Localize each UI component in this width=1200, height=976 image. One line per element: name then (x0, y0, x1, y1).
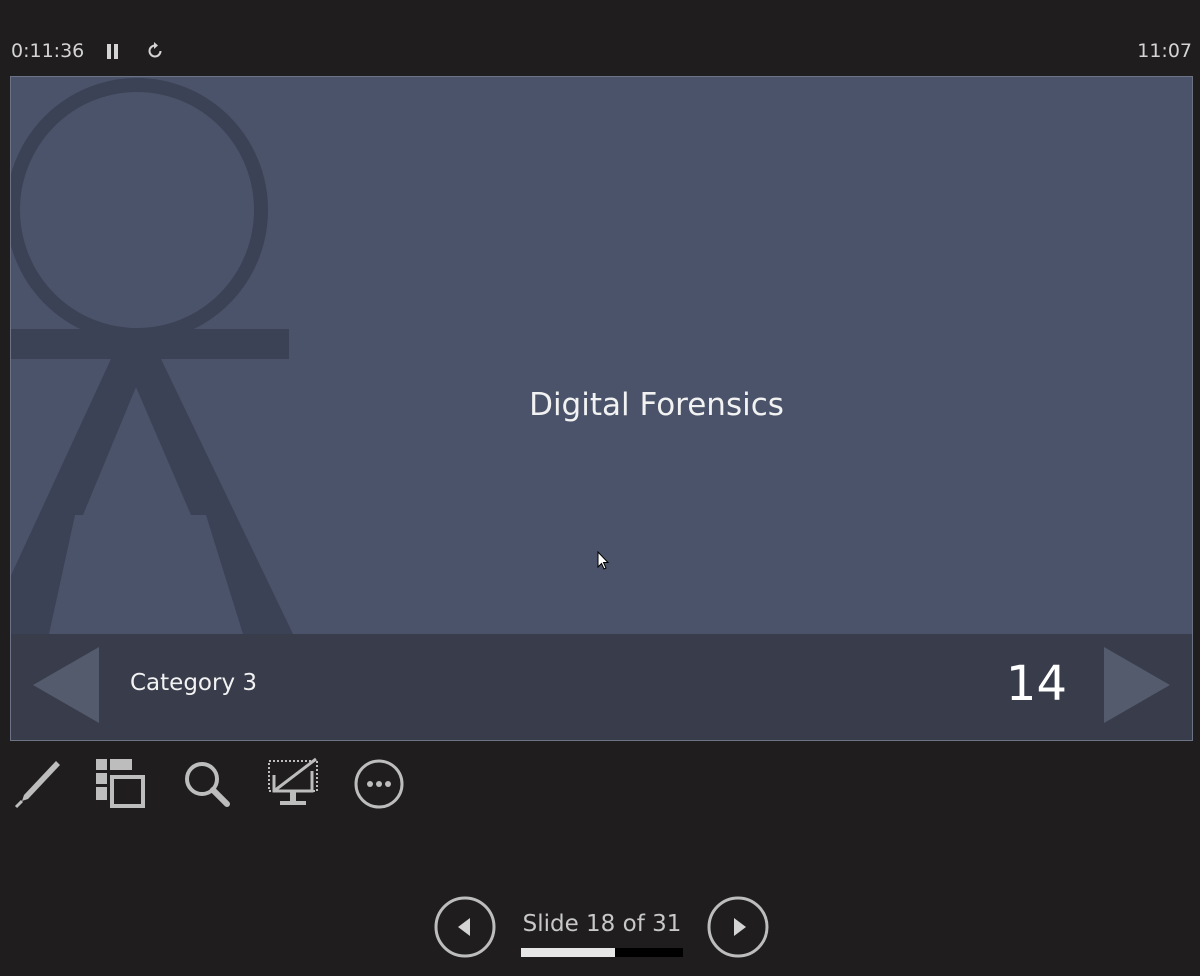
slide-progress-fill (521, 948, 616, 957)
pause-timer-button[interactable] (104, 43, 122, 61)
pen-tool-button[interactable] (10, 755, 64, 811)
ellipsis-circle-icon (354, 759, 404, 809)
slide-counter[interactable]: Slide 18 of 31 (520, 911, 684, 937)
slide-progress-bar (521, 948, 683, 957)
more-options-button[interactable] (352, 755, 406, 811)
next-arrow-icon (707, 896, 769, 958)
pen-icon (14, 761, 60, 809)
mouse-cursor-icon (597, 551, 610, 570)
screen-toggle-icon (268, 757, 318, 805)
presenter-top-bar: 0:11:36 11:07 (0, 0, 1200, 76)
slide-category-label: Category 3 (130, 670, 258, 696)
slide-title: Digital Forensics (529, 387, 784, 423)
current-slide[interactable]: Digital Forensics Category 3 14 (10, 76, 1193, 741)
black-screen-button[interactable] (266, 755, 320, 811)
slide-question-number: 14 (1005, 656, 1067, 712)
qa-background-art (11, 78, 293, 634)
pause-icon (107, 44, 118, 59)
see-all-slides-button[interactable] (94, 755, 148, 811)
previous-arrow-icon (434, 896, 496, 958)
restart-icon (148, 42, 162, 58)
elapsed-timer: 0:11:36 (11, 40, 85, 62)
restart-timer-button[interactable] (145, 41, 165, 61)
presenter-tools (0, 755, 440, 815)
next-slide-button[interactable] (707, 896, 769, 958)
zoom-button[interactable] (180, 755, 234, 811)
clock: 11:07 (1137, 40, 1192, 62)
magnifier-icon (185, 762, 230, 807)
slide-next-arrow-icon[interactable] (1104, 647, 1170, 723)
previous-slide-button[interactable] (434, 896, 496, 958)
slide-navigation: Slide 18 of 31 (0, 893, 1200, 963)
slide-previous-arrow-icon[interactable] (33, 647, 99, 723)
slide-footer: Category 3 14 (11, 634, 1192, 740)
slides-grid-icon (96, 759, 145, 808)
